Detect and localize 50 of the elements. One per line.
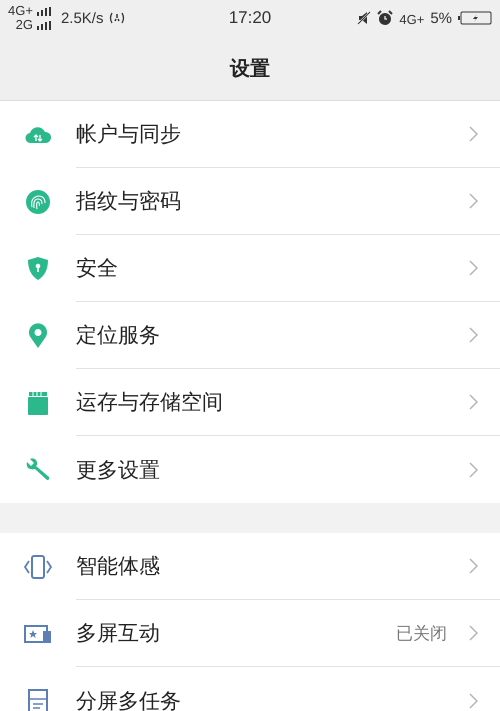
item-label: 安全: [76, 255, 119, 282]
alarm-icon: [377, 10, 394, 26]
settings-item[interactable]: 分屏多任务: [0, 667, 500, 711]
split-screen-icon: [27, 688, 49, 711]
signal-icon: [36, 6, 51, 16]
shield-icon: [27, 256, 49, 281]
item-label: 帐户与同步: [76, 121, 182, 148]
settings-item[interactable]: 运存与存储空间: [0, 369, 500, 436]
settings-item[interactable]: 更多设置: [0, 436, 500, 503]
signal-icon: [36, 20, 51, 30]
item-label: 定位服务: [76, 322, 161, 349]
settings-item[interactable]: 安全: [0, 235, 500, 302]
item-label: 分屏多任务: [76, 688, 182, 711]
page-title: 设置: [230, 54, 270, 82]
fingerprint-icon: [26, 190, 50, 214]
chevron-icon: [469, 558, 478, 574]
item-label: 运存与存储空间: [76, 389, 224, 416]
chevron-icon: [469, 394, 478, 410]
battery-percent: 5%: [430, 10, 452, 26]
settings-item[interactable]: 智能体感: [0, 533, 500, 600]
item-label: 指纹与密码: [76, 188, 182, 215]
chevron-icon: [469, 692, 478, 708]
network-speed: 2.5K/s: [60, 10, 104, 26]
chevron-icon: [469, 327, 478, 343]
item-label: 智能体感: [76, 553, 161, 580]
item-status: 已关闭: [396, 622, 447, 644]
mute-icon: [357, 11, 372, 25]
network-label: 4G+: [399, 12, 424, 26]
cloud-sync-icon: [25, 124, 51, 144]
network-label: 4G+: [8, 4, 33, 18]
settings-item[interactable]: 帐户与同步: [0, 101, 500, 168]
settings-item[interactable]: 指纹与密码: [0, 168, 500, 235]
hotspot-icon: [109, 12, 126, 24]
item-label: 更多设置: [76, 456, 161, 484]
chevron-icon: [469, 260, 478, 276]
chevron-icon: [469, 126, 478, 142]
screens-icon: [24, 624, 52, 644]
item-label: 多屏互动: [76, 620, 161, 647]
memory-card-icon: [28, 390, 48, 414]
phone-tilt-icon: [24, 554, 52, 578]
wrench-icon: [25, 456, 51, 482]
clock: 17:20: [228, 8, 272, 28]
chevron-icon: [469, 462, 478, 478]
battery-charging-icon: [458, 11, 492, 25]
settings-item[interactable]: 定位服务: [0, 302, 500, 369]
chevron-icon: [469, 193, 478, 209]
network-label: 2G: [16, 18, 33, 32]
chevron-icon: [469, 625, 478, 641]
location-pin-icon: [28, 322, 48, 348]
settings-item[interactable]: 多屏互动 已关闭: [0, 600, 500, 667]
